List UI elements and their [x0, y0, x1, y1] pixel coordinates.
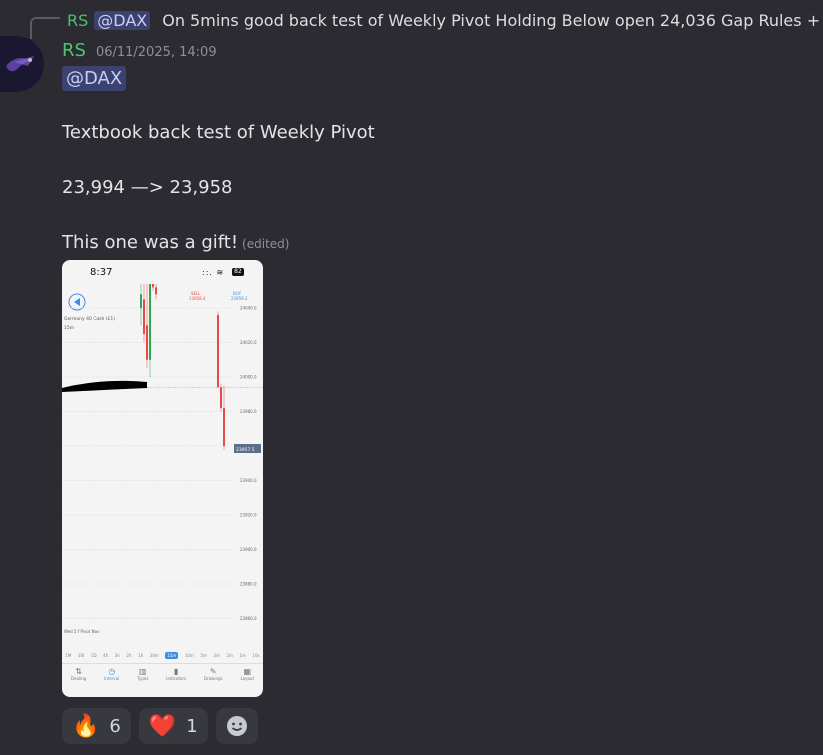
nav-label: Layout — [240, 676, 255, 681]
price-axis-label: 23860.0 — [240, 616, 257, 621]
signal-wifi-icon: ::. ≋ — [202, 268, 225, 277]
timeframe-1W[interactable]: 1W — [78, 653, 85, 658]
image-attachment[interactable]: 8:37 ::. ≋ 82 Germany 40 Cash (£1) 15m S… — [62, 260, 263, 697]
timeframe-1D[interactable]: 1D — [91, 653, 97, 658]
nav-label: Types — [137, 676, 149, 681]
nav-types[interactable]: ▥ Types — [137, 664, 148, 688]
chart-candles — [140, 284, 225, 450]
phone-clock: 8:37 — [90, 267, 113, 278]
back-arrow-icon — [74, 298, 80, 306]
nav-label: Interval — [104, 676, 120, 681]
message-author[interactable]: RS — [62, 40, 86, 61]
redaction-mark — [62, 380, 147, 392]
nav-label: Dealing — [70, 676, 87, 681]
nav-label: Drawings — [203, 676, 223, 681]
timeframe-2h[interactable]: 2h — [126, 653, 131, 658]
candle-body — [146, 325, 148, 360]
nav-indicators[interactable]: ▮ Indicators — [166, 664, 186, 688]
reactions-bar: 🔥 6 ❤️ 1 — [62, 708, 266, 744]
timeframe-30m[interactable]: 30m — [150, 653, 159, 658]
battery-icon: 82 — [232, 268, 244, 276]
candle-body — [143, 299, 145, 334]
candle-body — [217, 314, 219, 388]
timeframe-2m[interactable]: 2m — [226, 653, 232, 658]
message-line-3-text: This one was a gift! — [62, 232, 239, 253]
candles-icon: ▥ — [139, 667, 147, 676]
reply-text[interactable]: On 5mins good back test of Weekly Pivot … — [162, 11, 823, 30]
chart-bottom-nav: ⇅ Dealing ◷ Interval ▥ Types ▮ Indicators ✎ Drawi… — [62, 663, 263, 688]
price-axis-label: 23900.0 — [240, 547, 257, 552]
reaction-heart-count: 1 — [186, 715, 198, 737]
add-reaction-button[interactable] — [215, 708, 258, 744]
message-line-1: Textbook back test of Weekly Pivot — [62, 122, 375, 143]
interval-label: 15m — [64, 325, 74, 331]
layout-icon: ▦ — [243, 667, 252, 676]
timeframe-10s[interactable]: 10s — [252, 653, 259, 658]
reaction-fire[interactable]: 🔥 6 — [62, 708, 131, 744]
timeframe-3m[interactable]: 3m — [213, 653, 219, 658]
nav-interval[interactable]: ◷ Interval — [104, 664, 119, 688]
edited-label: (edited) — [242, 237, 290, 251]
clock-icon: ◷ — [108, 667, 116, 676]
candle-body — [140, 294, 142, 308]
price-axis-label: 23880.0 — [240, 582, 257, 587]
timeframe-1M[interactable]: 1M — [65, 653, 71, 658]
timeframe-1m[interactable]: 1m — [239, 653, 245, 658]
nav-layout[interactable]: ▦ Layout — [240, 664, 254, 688]
heart-icon: ❤️ — [148, 713, 177, 739]
nav-drawings[interactable]: ✎ Drawings — [204, 664, 223, 688]
candle-body — [149, 284, 151, 360]
message-line-3: This one was a gift! (edited) — [62, 232, 289, 253]
chart-footer-label: Wed 5 f Pivot Nov — [64, 629, 100, 634]
timeframe-5m[interactable]: 5m — [200, 653, 206, 658]
candle-body — [152, 284, 154, 288]
price-axis-label: 23980.0 — [240, 409, 257, 414]
price-axis-label: 23920.0 — [240, 513, 257, 518]
sell-price[interactable]: 23958.4 — [189, 296, 206, 301]
nav-dealing[interactable]: ⇅ Dealing — [71, 664, 86, 688]
reaction-fire-count: 6 — [109, 715, 121, 737]
nav-label: Indicators — [166, 676, 187, 681]
smile-icon — [226, 716, 247, 736]
reply-mention[interactable]: @DAX — [94, 10, 151, 30]
buy-price[interactable]: 23959.2 — [231, 296, 248, 301]
message-timestamp: 06/11/2025, 14:09 — [95, 45, 217, 60]
fire-icon: 🔥 — [72, 713, 100, 739]
price-axis-label: 24040.0 — [240, 306, 257, 311]
price-axis-label: 23940.0 — [240, 478, 257, 483]
price-axis-label: 24020.0 — [240, 340, 257, 345]
reply-preview[interactable]: RS @DAX On 5mins good back test of Weekl… — [62, 8, 823, 32]
author-avatar[interactable] — [0, 36, 44, 92]
current-price-text: 23957.5 — [236, 447, 255, 453]
message-header: RS 06/11/2025, 14:09 — [62, 40, 217, 61]
phone-status-bar: 8:37 ::. ≋ 82 — [62, 260, 263, 284]
chart-grid: 24040.024020.024000.023980.023960.023940… — [62, 284, 263, 624]
reply-author[interactable]: RS — [67, 11, 88, 30]
message-line-2: 23,994 —> 23,958 — [62, 177, 233, 198]
timeframe-10m[interactable]: 10m — [185, 653, 194, 658]
message-mention[interactable]: @DAX — [62, 66, 127, 91]
timeframe-bar: 1M 1W 1D 4h 3h 2h 1h 30m 15m 10m 5m 3m 2m 1m 10s — [62, 649, 263, 661]
timeframe-1h[interactable]: 1h — [138, 653, 143, 658]
bars-icon: ▮ — [173, 667, 179, 676]
pencil-icon: ✎ — [209, 667, 217, 676]
price-chart: Germany 40 Cash (£1) 15m SELL 23958.4 BU… — [62, 284, 263, 634]
timeframe-4h[interactable]: 4h — [103, 653, 108, 658]
candle-body — [220, 387, 222, 409]
instrument-name: Germany 40 Cash (£1) — [64, 316, 115, 322]
timeframe-15m[interactable]: 15m — [165, 651, 179, 659]
timeframe-3h[interactable]: 3h — [115, 653, 120, 658]
reaction-heart[interactable]: ❤️ 1 — [138, 708, 208, 744]
price-axis-label: 24000.0 — [240, 375, 257, 380]
candle-body — [155, 287, 157, 295]
candle-body — [223, 408, 225, 446]
dealing-icon: ⇅ — [75, 667, 82, 676]
